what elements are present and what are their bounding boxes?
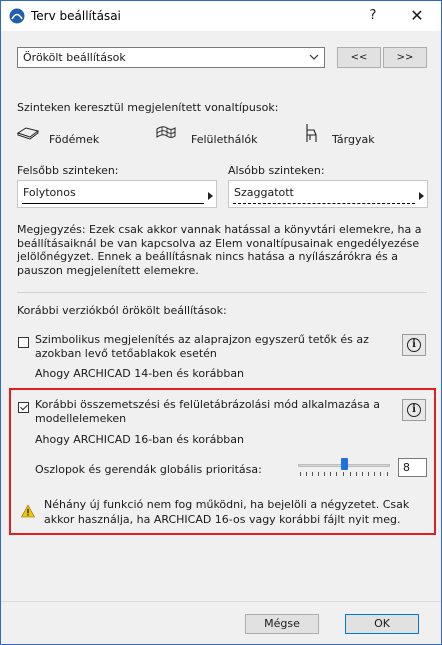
next-preset-button[interactable]: >> <box>383 47 427 68</box>
legacy-heading: Korábbi verziókból örökölt beállítások: <box>17 304 227 317</box>
info-button[interactable]: i <box>402 334 426 356</box>
footer-divider <box>1 601 441 602</box>
mesh-icon <box>156 126 176 138</box>
preset-value: Örökölt beállítások <box>23 51 126 64</box>
settings-dialog: Terv beállításai ? ✕ Örökölt beállítások… <box>0 0 442 645</box>
symbolic-roof-checkbox[interactable] <box>18 337 29 348</box>
linetype-note: Megjegyzés: Ezek csak akkor vannak hatás… <box>17 223 422 277</box>
info-icon: i <box>407 338 421 352</box>
dashed-line-preview <box>233 203 415 204</box>
symbolic-roof-label: Szimbolikus megjelenítés az alaprajzon e… <box>35 333 369 360</box>
chevron-right-icon <box>419 192 424 200</box>
priority-value: 8 <box>403 461 410 474</box>
preset-dropdown[interactable]: Örökölt beállítások <box>17 47 325 68</box>
slab-icon <box>17 127 39 140</box>
linetype-item-label: Felülethálók <box>191 133 258 146</box>
priority-input[interactable]: 8 <box>398 458 427 477</box>
chair-icon <box>306 124 317 142</box>
solid-line-preview <box>22 203 204 204</box>
lower-levels-label: Alsóbb szinteken: <box>228 164 325 177</box>
close-button[interactable]: ✕ <box>405 5 429 27</box>
legacy-intersection-checkbox[interactable] <box>18 402 29 413</box>
lower-linetype-value: Szaggatott <box>234 186 294 199</box>
info-button[interactable]: i <box>402 399 426 421</box>
linetype-item-label: Tárgyak <box>332 133 375 146</box>
cancel-button[interactable]: Mégse <box>245 614 319 634</box>
help-button[interactable]: ? <box>361 5 385 27</box>
upper-levels-label: Felsőbb szinteken: <box>17 164 119 177</box>
upper-linetype-picker[interactable]: Folytonos <box>17 180 217 208</box>
option-version-note: Ahogy ARCHICAD 14-ben és korábban <box>35 367 245 380</box>
linetypes-heading: Szinteken keresztül megjelenített vonalt… <box>17 101 279 114</box>
priority-label: Oszlopok és gerendák globális prioritása… <box>35 463 262 476</box>
archicad-icon <box>9 8 25 24</box>
priority-slider-thumb[interactable] <box>340 458 348 470</box>
legacy-intersection-label: Korábbi összemetszési és felületábrázolá… <box>35 398 381 425</box>
slider-ticks <box>300 472 388 476</box>
linetype-item-label: Födémek <box>49 133 100 146</box>
divider <box>17 292 427 293</box>
warning-icon <box>21 504 35 518</box>
lower-linetype-picker[interactable]: Szaggatott <box>228 180 428 208</box>
chevron-down-icon <box>309 54 319 60</box>
window-title: Terv beállításai <box>31 9 121 23</box>
option-version-note: Ahogy ARCHICAD 16-ban és korábban <box>35 433 245 446</box>
ok-button[interactable]: OK <box>345 614 419 634</box>
chevron-right-icon <box>208 192 213 200</box>
title-bar: Terv beállításai ? ✕ <box>1 1 441 31</box>
warning-text: Néhány új funkció nem fog működni, ha be… <box>44 498 410 526</box>
upper-linetype-value: Folytonos <box>23 186 76 199</box>
info-icon: i <box>407 403 421 417</box>
prev-preset-button[interactable]: << <box>337 47 381 68</box>
